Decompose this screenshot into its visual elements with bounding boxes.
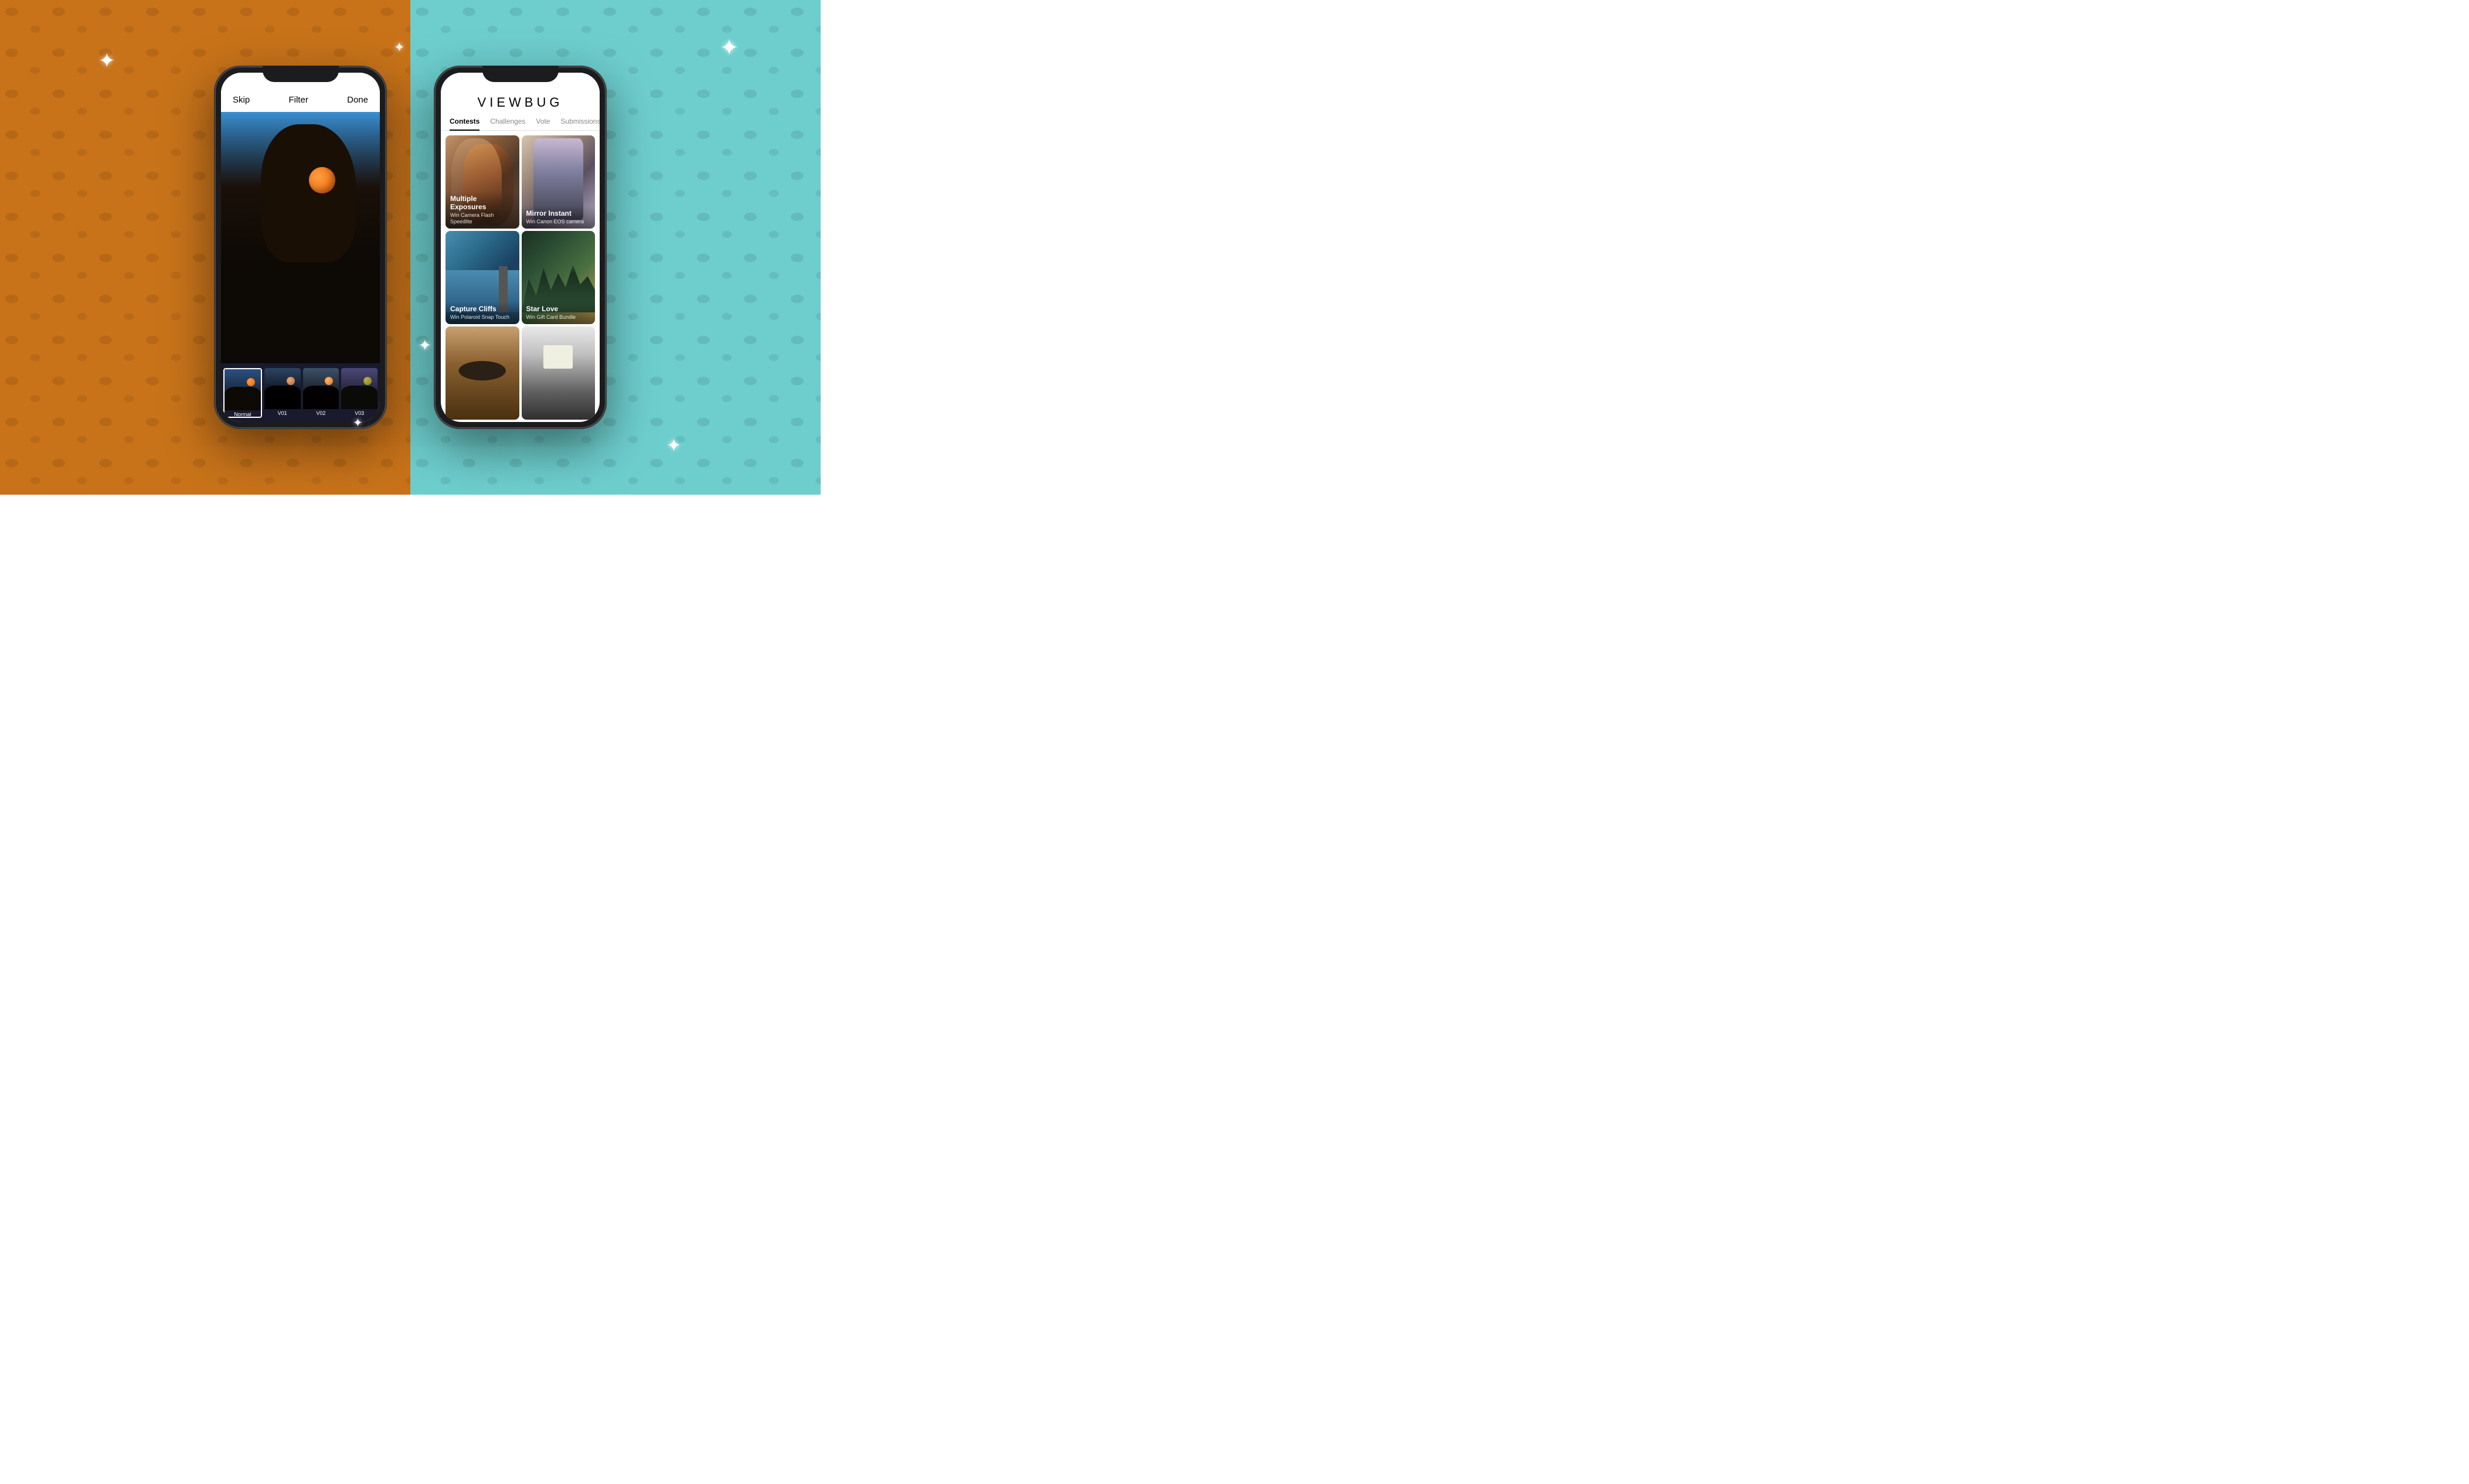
- phones-container: Skip Filter Done: [0, 0, 821, 495]
- viewbug-logo: VIEWBUG: [453, 95, 588, 110]
- contest-title-2: Mirror Instant: [526, 209, 591, 217]
- done-button[interactable]: Done: [347, 95, 368, 105]
- filter-label: Filter: [288, 95, 308, 105]
- contest-multiple-exposures[interactable]: Multiple Exposures Win Camera Flash Spee…: [445, 135, 519, 229]
- filter-v02-label: V02: [303, 409, 339, 417]
- contest-title-3: Capture Cliffs: [450, 305, 515, 313]
- filter-normal-label: Normal: [225, 410, 261, 418]
- filter-screen: Skip Filter Done: [221, 73, 380, 422]
- tab-submissions[interactable]: Submissions: [560, 117, 600, 130]
- contest-title-1: Multiple Exposures: [450, 195, 515, 212]
- tab-contests[interactable]: Contests: [450, 117, 479, 130]
- contest-title-4: Star Love: [526, 305, 591, 313]
- contest-capture-cliffs[interactable]: Capture Cliffs Win Polaroid Snap Touch: [445, 231, 519, 324]
- contest-eyes[interactable]: [445, 326, 519, 420]
- filter-v02[interactable]: V02: [303, 368, 339, 418]
- tab-challenges[interactable]: Challenges: [490, 117, 525, 130]
- contest-interior[interactable]: [522, 326, 596, 420]
- filter-thumbnails: Normal V01 V02: [221, 363, 380, 422]
- phone-filter: Skip Filter Done: [214, 66, 387, 429]
- viewbug-screen: VIEWBUG Contests Challenges Vote Submiss…: [441, 73, 600, 422]
- contest-star-love[interactable]: Star Love Win Gift Card Bundle: [522, 231, 596, 324]
- contest-subtitle-1: Win Camera Flash Speedlite: [450, 212, 515, 225]
- filter-v03-label: V03: [341, 409, 378, 417]
- main-photo: [221, 112, 380, 363]
- viewbug-tabs: Contests Challenges Vote Submissions: [441, 110, 600, 131]
- phone-viewbug: VIEWBUG Contests Challenges Vote Submiss…: [434, 66, 607, 429]
- phone-notch: [263, 66, 339, 82]
- face-shape: [261, 124, 356, 263]
- person-body: [221, 112, 380, 363]
- filter-v01[interactable]: V01: [264, 368, 301, 418]
- filter-normal[interactable]: Normal: [223, 368, 262, 418]
- phone-screen-viewbug: VIEWBUG Contests Challenges Vote Submiss…: [441, 73, 600, 422]
- contest-subtitle-3: Win Polaroid Snap Touch: [450, 314, 515, 321]
- filter-v03[interactable]: V03: [341, 368, 378, 418]
- contest-mirror-instant[interactable]: Mirror Instant Win Canon EOS camera: [522, 135, 596, 229]
- contest-subtitle-2: Win Canon EOS camera: [526, 219, 591, 225]
- phone-screen-filter: Skip Filter Done: [221, 73, 380, 422]
- contests-grid: Multiple Exposures Win Camera Flash Spee…: [441, 131, 600, 422]
- skip-button[interactable]: Skip: [233, 95, 250, 105]
- phone-notch-2: [482, 66, 559, 82]
- filter-v01-label: V01: [264, 409, 301, 417]
- tab-vote[interactable]: Vote: [536, 117, 550, 130]
- contest-subtitle-4: Win Gift Card Bundle: [526, 314, 591, 321]
